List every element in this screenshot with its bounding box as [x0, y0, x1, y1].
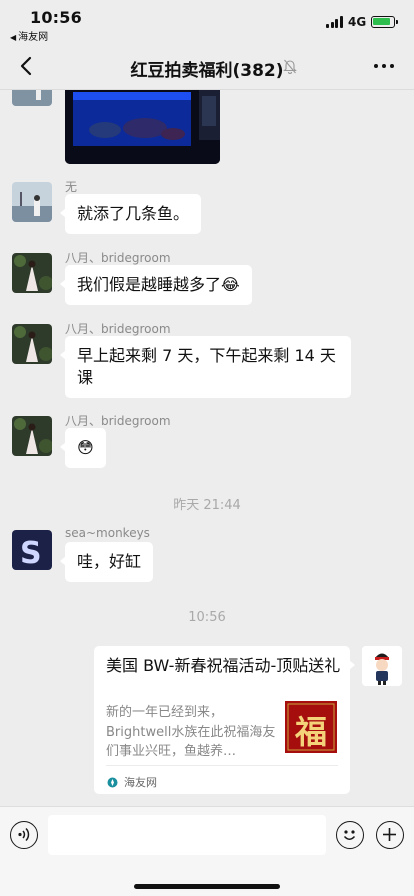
battery-icon — [371, 16, 398, 28]
avatar[interactable]: S — [12, 530, 52, 570]
input-bar — [0, 806, 414, 896]
more-dots-icon[interactable] — [372, 56, 396, 76]
back-app-label: 海友网 — [18, 32, 49, 43]
card-title: 美国 BW-新春祝福活动-顶贴送礼 — [106, 656, 341, 675]
sender-name: sea~monkeys — [65, 526, 150, 540]
sender-name: 八月、bridegroom — [65, 414, 171, 428]
back-triangle-icon: ◀ — [10, 33, 17, 42]
chat-area[interactable]: 无 就添了几条鱼。 八月、bridegroom 我们假是越睡越多了😂 八月、br… — [0, 90, 414, 806]
network-type: 4G — [348, 15, 367, 29]
avatar[interactable] — [12, 253, 52, 293]
avatar[interactable] — [12, 324, 52, 364]
plus-icon[interactable] — [376, 821, 404, 849]
back-to-app-link[interactable]: ◀ 海友网 — [10, 28, 48, 43]
message-bubble[interactable]: 我们假是越睡越多了😂 — [60, 265, 252, 305]
divider — [106, 765, 338, 766]
chat-title: 红豆拍卖福利(382) — [130, 61, 284, 81]
avatar[interactable] — [12, 182, 52, 222]
bell-off-icon — [283, 59, 297, 74]
link-card[interactable]: 美国 BW-新春祝福活动-顶贴送礼 新的一年已经到来，Brightwell水族在… — [94, 646, 355, 794]
sender-name: 无 — [65, 180, 78, 194]
sender-name: 八月、bridegroom — [65, 322, 171, 336]
timestamp: 昨天 21:44 — [173, 498, 241, 513]
card-thumb-glyph: 福 — [294, 713, 327, 751]
timestamp: 10:56 — [188, 610, 226, 625]
status-bar: 10:56 ◀ 海友网 4G — [0, 0, 414, 44]
home-indicator[interactable] — [134, 884, 280, 889]
message-bubble[interactable]: 哇，好缸 — [59, 542, 154, 582]
emoji-icon[interactable] — [336, 821, 364, 849]
message-input[interactable] — [48, 815, 326, 855]
svg-text:S: S — [20, 536, 42, 570]
avatar[interactable] — [12, 90, 52, 106]
card-thumbnail: 福 — [285, 701, 337, 753]
avatar[interactable] — [362, 646, 402, 686]
compass-icon — [107, 777, 118, 788]
avatar[interactable] — [12, 416, 52, 456]
message-bubble[interactable]: 就添了几条鱼。 — [59, 194, 202, 234]
signal-icon — [326, 16, 344, 28]
message-bubble[interactable]: 早上起来剩 7 天，下午起来剩 14 天课 — [60, 336, 351, 398]
message-bubble[interactable]: 😳 — [60, 428, 106, 468]
card-description: 新的一年已经到来，Brightwell水族在此祝福海友们事业兴旺，鱼越养… — [106, 705, 276, 759]
aquarium-image-message[interactable] — [65, 90, 220, 164]
nav-bar: 红豆拍卖福利(382) — [0, 44, 414, 90]
status-time: 10:56 — [30, 8, 82, 27]
sender-name: 八月、bridegroom — [65, 251, 171, 265]
voice-icon[interactable] — [10, 821, 38, 849]
card-source: 海友网 — [124, 776, 157, 789]
